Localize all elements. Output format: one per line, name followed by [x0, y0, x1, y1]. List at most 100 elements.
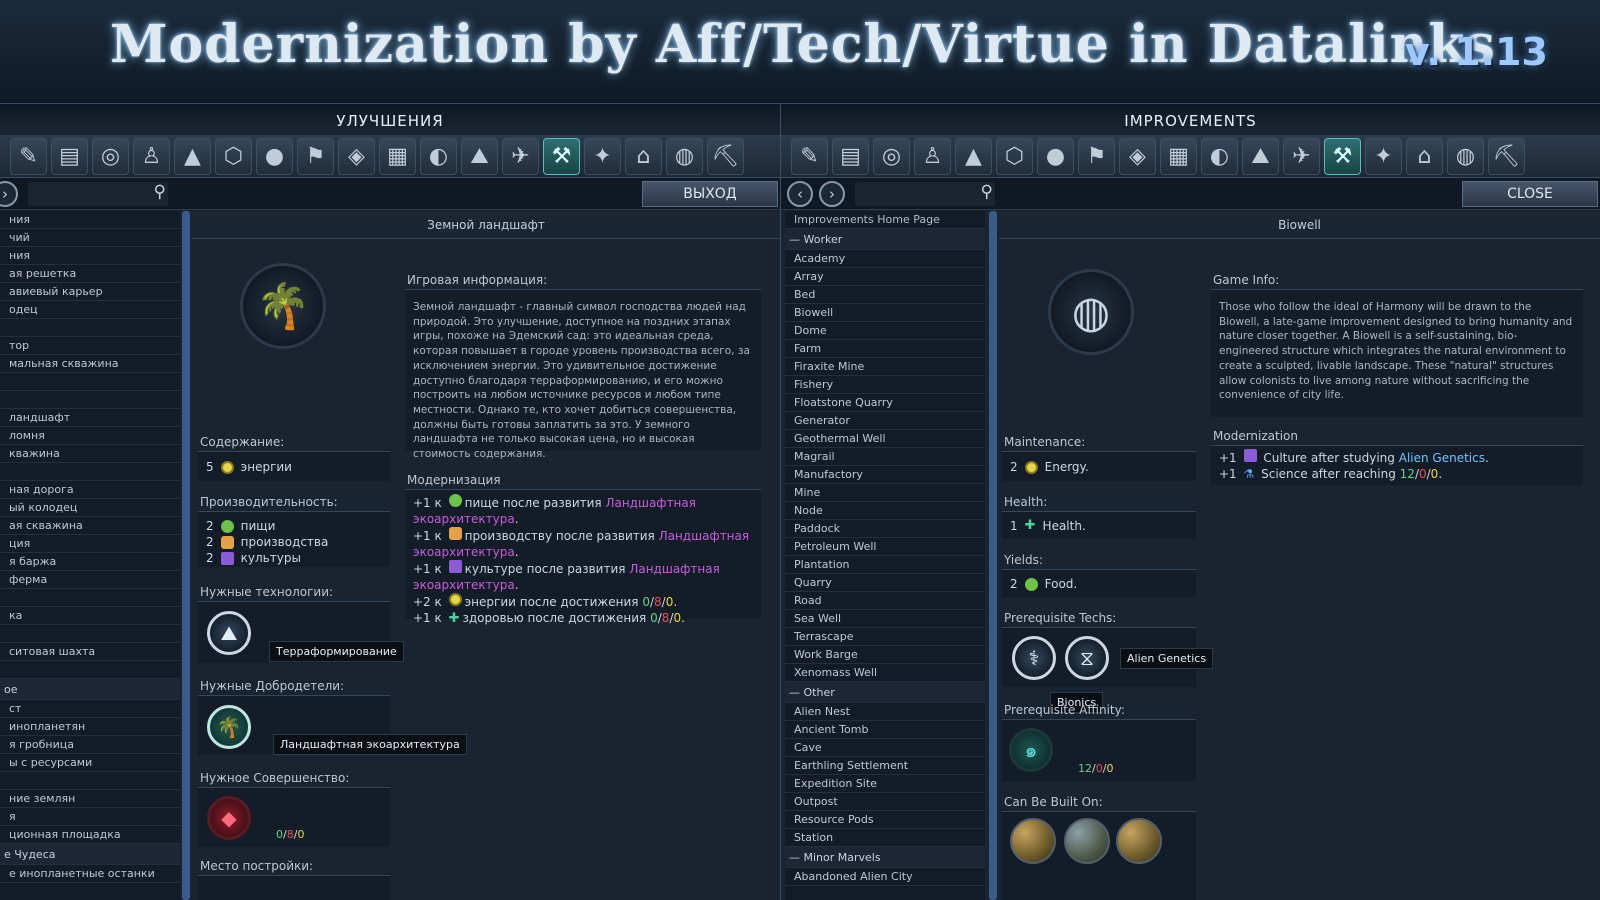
category-house-icon[interactable]: ⌂ [1406, 138, 1443, 175]
list-item[interactable]: Firaxite Mine [785, 358, 985, 376]
list-item[interactable]: Xenomass Well [785, 664, 985, 682]
list-item[interactable]: ая скважина [0, 517, 180, 535]
category-sphere-icon[interactable]: ● [1037, 138, 1074, 175]
list-item[interactable]: Array [785, 268, 985, 286]
list-item[interactable] [0, 589, 180, 607]
category-sphere-icon[interactable]: ● [256, 138, 293, 175]
list-scrollbar[interactable] [182, 211, 190, 900]
list-item[interactable]: Biowell [785, 304, 985, 322]
list-category-header[interactable]: — Worker [785, 229, 985, 250]
list-item[interactable] [0, 373, 180, 391]
list-item[interactable]: ка [0, 607, 180, 625]
category-rover-icon[interactable]: ✈ [502, 138, 539, 175]
category-scanner-icon[interactable]: ✎ [10, 138, 47, 175]
list-item[interactable]: Work Barge [785, 646, 985, 664]
list-item[interactable]: ния [0, 247, 180, 265]
list-item[interactable]: ы с ресурсами [0, 754, 180, 772]
list-item[interactable]: Geothermal Well [785, 430, 985, 448]
list-item[interactable]: Paddock [785, 520, 985, 538]
list-item[interactable]: Abandoned Alien City [785, 868, 985, 886]
harmony-affinity-icon[interactable]: ๑ [1009, 728, 1053, 772]
list-category-header[interactable]: ое [0, 679, 180, 700]
list-item[interactable]: Generator [785, 412, 985, 430]
list-item[interactable] [0, 463, 180, 481]
list-item[interactable]: ландшафт [0, 409, 180, 427]
category-mountain-icon[interactable]: ⛰ [1242, 138, 1279, 175]
list-item[interactable]: Expedition Site [785, 775, 985, 793]
list-item[interactable]: Academy [785, 250, 985, 268]
palm-virtue-icon[interactable]: 🌴 [207, 705, 251, 749]
list-item[interactable]: ферма [0, 571, 180, 589]
list-item[interactable]: ние землян [0, 790, 180, 808]
list-item[interactable]: Quarry [785, 574, 985, 592]
list-item[interactable]: Sea Well [785, 610, 985, 628]
alien-genetics-tech-icon[interactable]: ⧖ [1065, 636, 1109, 680]
list-item[interactable]: чий [0, 229, 180, 247]
list-item[interactable]: Station [785, 829, 985, 847]
list-item[interactable]: Mine [785, 484, 985, 502]
category-scanner-icon[interactable]: ✎ [791, 138, 828, 175]
category-globe-shield-icon[interactable]: ◎ [92, 138, 129, 175]
terrain-icon[interactable] [1116, 818, 1162, 864]
category-person-icon[interactable]: ♙ [133, 138, 170, 175]
list-item[interactable]: е инопланетные останки [0, 865, 180, 883]
list-item[interactable]: я баржа [0, 553, 180, 571]
list-item[interactable] [0, 319, 180, 337]
bionics-tech-icon[interactable]: ⚕ [1012, 636, 1056, 680]
list-item[interactable]: Road [785, 592, 985, 610]
category-planet-icon[interactable]: ◐ [420, 138, 457, 175]
list-item[interactable]: тор [0, 337, 180, 355]
category-world-icon[interactable]: ◍ [1447, 138, 1484, 175]
list-item[interactable]: авиевый карьер [0, 283, 180, 301]
list-item[interactable]: ая решетка [0, 265, 180, 283]
list-category-header[interactable]: е Чудеса [0, 844, 180, 865]
list-category-header[interactable]: — Minor Marvels [785, 847, 985, 868]
list-item[interactable]: ния [0, 211, 180, 229]
list-item[interactable]: Manufactory [785, 466, 985, 484]
list-item[interactable]: кважина [0, 445, 180, 463]
category-building-icon[interactable]: ▤ [51, 138, 88, 175]
list-item[interactable]: ломня [0, 427, 180, 445]
list-item[interactable] [0, 772, 180, 790]
category-pickaxe-icon[interactable]: ⛏ [1488, 138, 1525, 175]
category-improvement-icon[interactable]: ⚒ [1324, 138, 1361, 175]
search-input[interactable]: ⚲ [28, 181, 168, 206]
category-tent-icon[interactable]: ▲ [174, 138, 211, 175]
category-map-icon[interactable]: ⚑ [1078, 138, 1115, 175]
list-item[interactable]: Magrail [785, 448, 985, 466]
category-improvement-icon[interactable]: ⚒ [543, 138, 580, 175]
list-item[interactable]: ция [0, 535, 180, 553]
category-house-icon[interactable]: ⌂ [625, 138, 662, 175]
forward-button[interactable]: › [819, 180, 845, 207]
category-aircraft-icon[interactable]: ✦ [584, 138, 621, 175]
list-item[interactable]: Node [785, 502, 985, 520]
list-item[interactable] [0, 391, 180, 409]
list-item[interactable]: ционная площадка [0, 826, 180, 844]
list-item[interactable]: Terrascape [785, 628, 985, 646]
list-item[interactable]: Alien Nest [785, 703, 985, 721]
list-item[interactable] [0, 625, 180, 643]
back-button[interactable]: ‹ [787, 180, 813, 207]
list-item[interactable]: Outpost [785, 793, 985, 811]
home-page-link[interactable]: Improvements Home Page [785, 211, 985, 229]
supremacy-affinity-icon[interactable]: ◆ [207, 796, 251, 840]
list-item[interactable]: Plantation [785, 556, 985, 574]
category-helmet-icon[interactable]: ⬡ [215, 138, 252, 175]
category-world-icon[interactable]: ◍ [666, 138, 703, 175]
category-globe-shield-icon[interactable]: ◎ [873, 138, 910, 175]
list-item[interactable]: Earthling Settlement [785, 757, 985, 775]
list-scrollbar[interactable] [989, 211, 997, 900]
terraforming-tech-icon[interactable]: ⛰ [207, 611, 251, 655]
category-pickaxe-icon[interactable]: ⛏ [707, 138, 744, 175]
list-item[interactable]: ная дорога [0, 481, 180, 499]
category-satellite-icon[interactable]: ◈ [338, 138, 375, 175]
list-item[interactable]: Bed [785, 286, 985, 304]
category-mountain-icon[interactable]: ⛰ [461, 138, 498, 175]
list-item[interactable]: ст [0, 700, 180, 718]
category-helmet-icon[interactable]: ⬡ [996, 138, 1033, 175]
category-aircraft-icon[interactable]: ✦ [1365, 138, 1402, 175]
category-person-icon[interactable]: ♙ [914, 138, 951, 175]
list-item[interactable]: Cave [785, 739, 985, 757]
list-category-header[interactable]: — Other [785, 682, 985, 703]
category-satellite-icon[interactable]: ◈ [1119, 138, 1156, 175]
